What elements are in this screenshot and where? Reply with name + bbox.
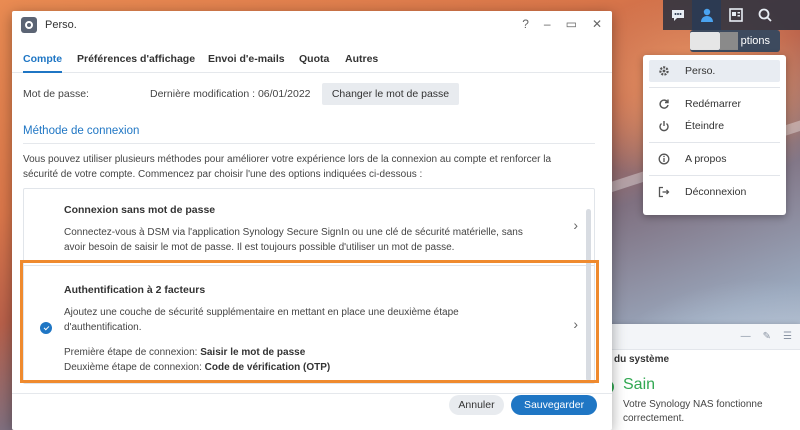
widget-header: — ✎ ☰ [596,324,800,350]
tab-quota[interactable]: Quota [299,53,329,73]
menu-item-label: Perso. [685,65,716,77]
redacted-block [720,32,738,50]
options-tooltip-label: ptions [740,35,770,47]
menu-item-perso[interactable]: Perso. [649,60,780,82]
option-title: Connexion sans mot de passe [64,204,216,216]
menu-divider [649,142,780,143]
tab-preferences-affichage[interactable]: Préférences d'affichage [77,53,195,73]
menu-item-about[interactable]: A propos [649,148,780,170]
cancel-button[interactable]: Annuler [449,395,504,415]
tab-autres[interactable]: Autres [345,53,378,73]
password-label: Mot de passe: [23,88,89,100]
menu-item-label: Redémarrer [685,98,742,110]
logout-icon [657,186,671,198]
login-method-heading: Méthode de connexion [23,125,140,137]
minimize-icon[interactable]: – [544,17,551,31]
save-button[interactable]: Sauvegarder [511,395,597,415]
login-method-intro: Vous pouvez utiliser plusieurs méthodes … [23,154,552,180]
menu-item-label: Déconnexion [685,186,747,198]
options-tooltip: ptions [690,30,780,52]
widget-description: Votre Synology NAS fonctionne correcteme… [623,399,763,424]
more-icon[interactable]: — [741,331,751,342]
menu-divider [649,175,780,176]
option-description: Connectez-vous à DSM via l'application S… [64,227,523,253]
app-icon [21,17,37,33]
search-icon[interactable] [750,0,779,30]
restart-icon [657,98,671,110]
tab-envoi-emails[interactable]: Envoi d'e-mails [208,53,285,73]
power-icon [657,120,671,132]
dialog-title: Perso. [45,19,77,31]
gear-icon [657,65,671,77]
tab-bar: Compte Préférences d'affichage Envoi d'e… [12,49,612,73]
chevron-right-icon[interactable]: › [573,217,578,233]
change-password-button[interactable]: Changer le mot de passe [322,83,459,105]
maximize-icon[interactable]: ▭ [566,17,577,31]
widget-title: du système [614,354,670,365]
password-last-modified: Dernière modification : 06/01/2022 [150,88,311,100]
user-icon[interactable] [692,0,721,30]
menu-item-label: Éteindre [685,120,725,132]
footer-divider [12,393,612,394]
menu-item-restart[interactable]: Redémarrer [649,93,780,115]
redacted-block [690,32,720,50]
tab-compte[interactable]: Compte [23,53,63,73]
menu-item-logout[interactable]: Déconnexion [649,181,780,203]
section-divider [23,143,595,144]
taskbar [663,0,800,30]
widget-settings-icon[interactable]: ☰ [783,331,792,342]
highlight-box [20,260,599,383]
info-icon [657,153,671,165]
dialog-titlebar[interactable]: Perso. ? – ▭ ✕ [12,11,612,41]
system-health-widget: — ✎ ☰ du système Sain Votre Synology NAS… [596,324,800,430]
close-icon[interactable]: ✕ [592,17,602,31]
menu-item-shutdown[interactable]: Éteindre [649,115,780,137]
user-menu: Perso. Redémarrer Éteindre A propos Déco… [643,55,786,215]
menu-divider [649,87,780,88]
menu-item-label: A propos [685,153,727,165]
widget-status: Sain [623,376,656,393]
help-icon[interactable]: ? [522,17,529,31]
chat-icon[interactable] [663,0,692,30]
option-passwordless[interactable]: Connexion sans mot de passe Connectez-vo… [24,189,594,266]
pin-icon[interactable]: ✎ [763,331,771,342]
widgets-icon[interactable] [721,0,750,30]
window-buttons: ? – ▭ ✕ [522,17,602,31]
